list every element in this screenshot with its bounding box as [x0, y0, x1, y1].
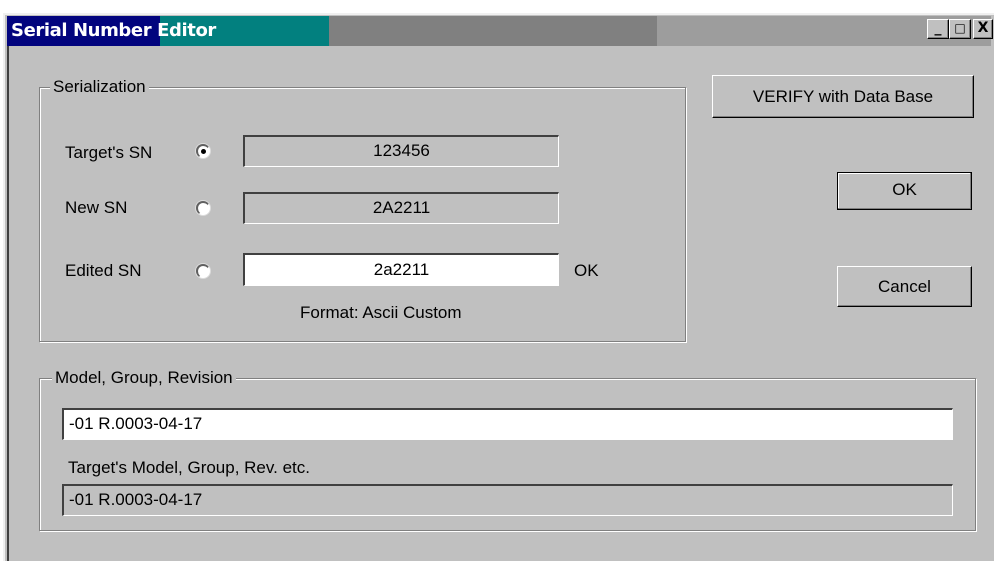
model-input[interactable]: -01 R.0003-04-17 [62, 408, 953, 440]
window-title-part2: Editor [157, 20, 216, 41]
edited-sn-input[interactable]: 2a2211 [243, 253, 559, 286]
new-sn-label: New SN [65, 198, 128, 217]
close-button[interactable]: X [973, 19, 993, 39]
maximize-button[interactable]: □ [949, 19, 971, 39]
edited-sn-label: Edited SN [65, 261, 142, 280]
target-model-label: Target's Model, Group, Rev. etc. [68, 458, 310, 477]
maximize-icon: □ [954, 21, 966, 35]
model-group-label: Model, Group, Revision [52, 368, 236, 388]
title-bar-segment [329, 16, 657, 46]
new-sn-radio[interactable] [196, 201, 210, 215]
target-model-field: -01 R.0003-04-17 [62, 484, 953, 516]
verify-database-button[interactable]: VERIFY with Data Base [712, 75, 974, 118]
window-title-part1: Serial Number [11, 20, 152, 41]
format-text: Format: Ascii Custom [300, 303, 462, 322]
target-sn-field: 123456 [243, 135, 559, 167]
ok-button[interactable]: OK [837, 172, 972, 210]
minimize-icon: _ [934, 20, 942, 36]
close-icon: X [977, 20, 989, 36]
edited-sn-radio[interactable] [196, 264, 210, 278]
new-sn-field: 2A2211 [243, 192, 559, 224]
minimize-button[interactable]: _ [927, 19, 949, 39]
cancel-button[interactable]: Cancel [837, 266, 972, 307]
window-title: Serial Number Editor [11, 20, 216, 42]
edited-sn-status: OK [574, 261, 599, 280]
title-bar[interactable]: Serial Number Editor [7, 16, 991, 46]
window-left-edge [7, 46, 9, 561]
radio-selected-dot [201, 149, 206, 154]
serialization-group-label: Serialization [50, 77, 149, 97]
target-sn-radio[interactable] [196, 144, 210, 158]
target-sn-label: Target's SN [65, 143, 153, 162]
